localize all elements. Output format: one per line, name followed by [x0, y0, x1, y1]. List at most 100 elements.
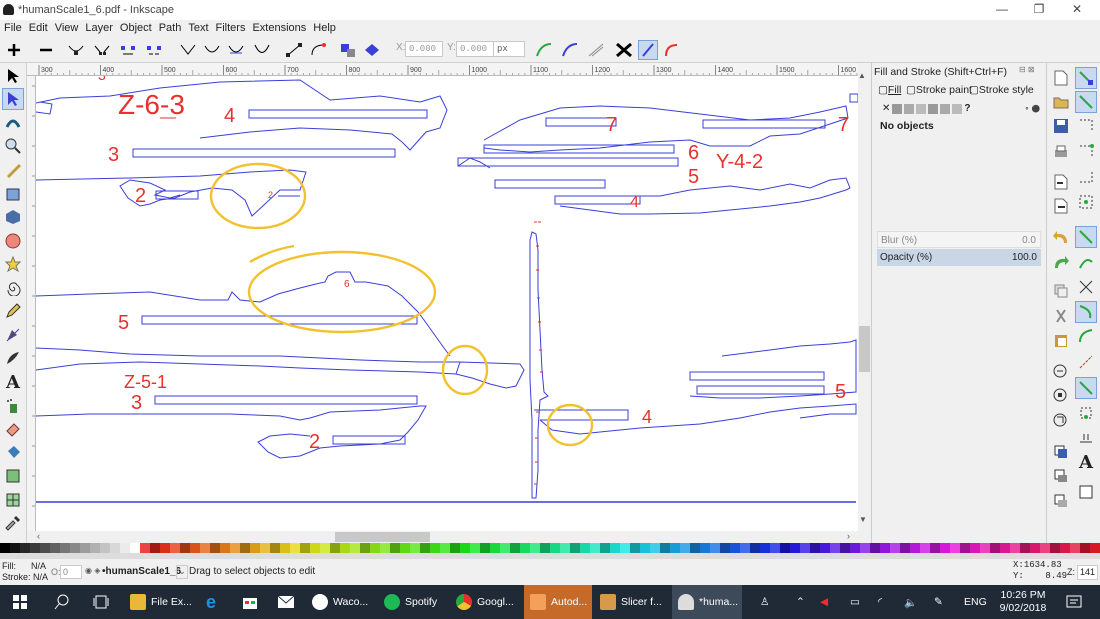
layer-visibility-icon[interactable]: ◉ ◈	[85, 566, 100, 575]
palette-swatch[interactable]	[1060, 543, 1070, 553]
palette-swatch[interactable]	[1000, 543, 1010, 553]
flat-color-icon[interactable]	[892, 103, 903, 114]
palette-swatch[interactable]	[420, 543, 430, 553]
people-icon[interactable]: ♙	[760, 585, 769, 619]
palette-swatch[interactable]	[880, 543, 890, 553]
pen-icon[interactable]	[2, 324, 24, 346]
taskbar-autodesk[interactable]: Autod...	[524, 585, 592, 619]
clock[interactable]: 10:26 PM 9/02/2018	[998, 585, 1048, 619]
palette-swatch[interactable]	[70, 543, 80, 553]
opacity-slider[interactable]: Opacity (%) 100.0	[877, 249, 1041, 266]
palette-swatch[interactable]	[170, 543, 180, 553]
insert-node-icon[interactable]	[4, 40, 24, 60]
palette-swatch[interactable]	[620, 543, 630, 553]
palette-swatch[interactable]	[820, 543, 830, 553]
print-icon[interactable]	[1050, 141, 1072, 163]
delete-node-icon[interactable]	[36, 40, 56, 60]
open-folder-icon[interactable]	[1050, 91, 1072, 113]
taskbar-inkscape[interactable]: *huma...	[672, 585, 742, 619]
snap-text-baseline-icon[interactable]	[1075, 427, 1097, 449]
color-palette[interactable]	[0, 543, 1100, 559]
taskbar-chrome[interactable]: Googl...	[456, 585, 520, 619]
zoom-input[interactable]: 141	[1077, 565, 1098, 580]
palette-swatch[interactable]	[120, 543, 130, 553]
mesh-icon[interactable]	[2, 489, 24, 511]
blur-slider[interactable]: Blur (%) 0.0	[877, 231, 1041, 248]
palette-swatch[interactable]	[380, 543, 390, 553]
palette-swatch[interactable]	[230, 543, 240, 553]
palette-swatch[interactable]	[560, 543, 570, 553]
palette-swatch[interactable]	[670, 543, 680, 553]
palette-swatch[interactable]	[200, 543, 210, 553]
pattern-icon[interactable]	[940, 103, 951, 114]
show-hidden-icons[interactable]: ⌃	[796, 585, 805, 619]
palette-swatch[interactable]	[970, 543, 980, 553]
palette-swatch[interactable]	[720, 543, 730, 553]
mail-icon[interactable]	[278, 585, 298, 619]
palette-swatch[interactable]	[530, 543, 540, 553]
new-document-icon[interactable]	[1050, 67, 1072, 89]
panel-close-icon[interactable]: ⊟ ⊠	[1019, 65, 1035, 74]
eraser-icon[interactable]	[2, 418, 24, 440]
palette-swatch[interactable]	[320, 543, 330, 553]
vertical-scrollbar[interactable]: ▲ ▼	[858, 63, 871, 531]
snap-line-midpoints-icon[interactable]	[1075, 351, 1097, 373]
palette-swatch[interactable]	[800, 543, 810, 553]
palette-swatch[interactable]	[10, 543, 20, 553]
palette-swatch[interactable]	[410, 543, 420, 553]
palette-swatch[interactable]	[1040, 543, 1050, 553]
unlink-clone-icon[interactable]	[1050, 490, 1072, 512]
measure-icon[interactable]	[2, 159, 24, 181]
palette-swatch[interactable]	[710, 543, 720, 553]
search-icon[interactable]	[54, 585, 72, 619]
import-icon[interactable]	[1050, 171, 1072, 193]
menu-filters[interactable]: Filters	[212, 20, 249, 34]
menu-file[interactable]: File	[0, 20, 25, 34]
snap-paths-icon[interactable]	[1075, 251, 1097, 273]
palette-swatch[interactable]	[810, 543, 820, 553]
palette-swatch[interactable]	[90, 543, 100, 553]
palette-swatch[interactable]	[0, 543, 10, 553]
taskbar-file-explorer[interactable]: File Ex...	[130, 585, 196, 619]
calligraphy-icon[interactable]	[2, 347, 24, 369]
tab-stroke-style[interactable]: ▢Stroke style	[969, 84, 1034, 96]
taskbar-spotify[interactable]: Spotify	[384, 585, 446, 619]
y-input[interactable]: 0.000	[456, 41, 494, 57]
cut-icon[interactable]	[1050, 305, 1072, 327]
break-path-icon[interactable]	[92, 40, 112, 60]
palette-swatch[interactable]	[50, 543, 60, 553]
ellipse-icon[interactable]	[2, 230, 24, 252]
unit-select[interactable]: px	[493, 41, 525, 57]
palette-swatch[interactable]	[680, 543, 690, 553]
maximize-button[interactable]: ❐	[1022, 0, 1056, 20]
zoom-page-icon[interactable]	[1050, 410, 1072, 432]
palette-swatch[interactable]	[290, 543, 300, 553]
palette-swatch[interactable]	[110, 543, 120, 553]
scroll-down-icon[interactable]: ▼	[859, 515, 867, 524]
palette-swatch[interactable]	[430, 543, 440, 553]
line-segment-icon[interactable]	[284, 40, 304, 60]
spiral-icon[interactable]	[2, 277, 24, 299]
curve-segment-icon[interactable]	[308, 40, 328, 60]
taskbar-slicer[interactable]: Slicer f...	[600, 585, 666, 619]
snap-intersections-icon[interactable]	[1075, 276, 1097, 298]
mesh-gradient-icon[interactable]	[928, 103, 939, 114]
palette-swatch[interactable]	[540, 543, 550, 553]
palette-swatch[interactable]	[190, 543, 200, 553]
palette-swatch[interactable]	[130, 543, 140, 553]
palette-swatch[interactable]	[1010, 543, 1020, 553]
pen-icon[interactable]: ✎	[934, 585, 943, 619]
cusp-node-icon[interactable]	[178, 40, 198, 60]
palette-swatch[interactable]	[550, 543, 560, 553]
wifi-icon[interactable]: ◜	[878, 585, 882, 619]
spray-icon[interactable]	[2, 395, 24, 417]
gradient-icon[interactable]	[2, 465, 24, 487]
redo-icon[interactable]	[1050, 251, 1072, 273]
notifications-icon[interactable]	[1066, 585, 1082, 619]
path-effect-icon[interactable]	[586, 40, 606, 60]
battery-icon[interactable]: ▭	[850, 585, 860, 619]
show-mask-icon[interactable]	[662, 40, 682, 60]
palette-swatch[interactable]	[500, 543, 510, 553]
radial-gradient-icon[interactable]	[916, 103, 927, 114]
palette-swatch[interactable]	[510, 543, 520, 553]
